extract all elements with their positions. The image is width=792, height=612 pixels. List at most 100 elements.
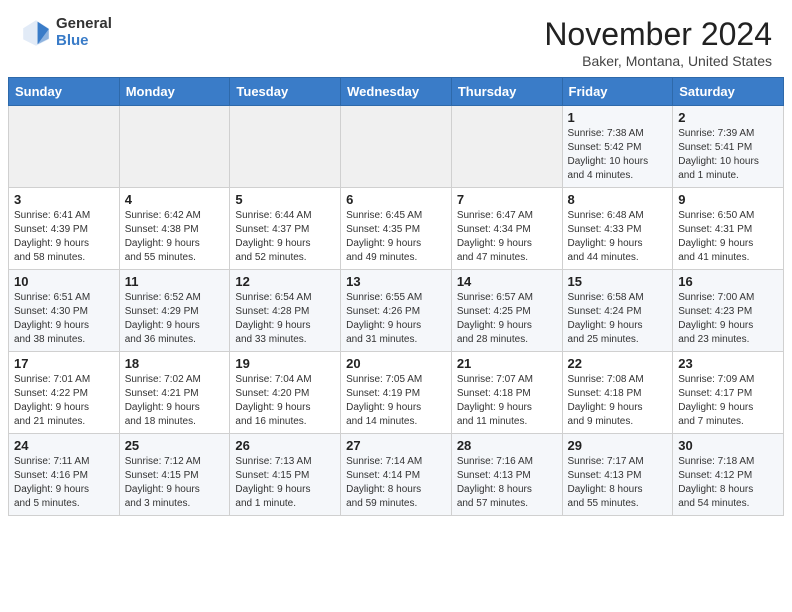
day-info: Sunrise: 7:05 AMSunset: 4:19 PMDaylight:… (346, 373, 446, 429)
day-info: Sunrise: 7:00 AMSunset: 4:23 PMDaylight:… (678, 291, 778, 347)
day-number: 18 (125, 356, 225, 371)
calendar-cell (451, 106, 562, 188)
day-number: 22 (568, 356, 668, 371)
day-number: 24 (14, 438, 114, 453)
day-info: Sunrise: 6:48 AMSunset: 4:33 PMDaylight:… (568, 209, 668, 265)
weekday-header-row: SundayMondayTuesdayWednesdayThursdayFrid… (9, 78, 784, 106)
day-info: Sunrise: 7:02 AMSunset: 4:21 PMDaylight:… (125, 373, 225, 429)
day-info: Sunrise: 7:14 AMSunset: 4:14 PMDaylight:… (346, 455, 446, 511)
day-number: 23 (678, 356, 778, 371)
day-number: 6 (346, 192, 446, 207)
calendar-cell: 29 Sunrise: 7:17 AMSunset: 4:13 PMDayligh… (562, 434, 673, 516)
week-row-2: 3 Sunrise: 6:41 AMSunset: 4:39 PMDaylight… (9, 188, 784, 270)
calendar-cell: 9 Sunrise: 6:50 AMSunset: 4:31 PMDaylight… (673, 188, 784, 270)
day-number: 26 (235, 438, 335, 453)
calendar-table: SundayMondayTuesdayWednesdayThursdayFrid… (8, 77, 784, 516)
day-number: 2 (678, 110, 778, 125)
logo: General Blue (20, 16, 112, 49)
calendar-cell: 16 Sunrise: 7:00 AMSunset: 4:23 PMDayligh… (673, 270, 784, 352)
calendar-cell (341, 106, 452, 188)
calendar-cell: 26 Sunrise: 7:13 AMSunset: 4:15 PMDayligh… (230, 434, 341, 516)
calendar-cell: 3 Sunrise: 6:41 AMSunset: 4:39 PMDaylight… (9, 188, 120, 270)
header: General Blue November 2024 Baker, Montan… (0, 0, 792, 77)
day-info: Sunrise: 6:45 AMSunset: 4:35 PMDaylight:… (346, 209, 446, 265)
day-info: Sunrise: 6:41 AMSunset: 4:39 PMDaylight:… (14, 209, 114, 265)
weekday-header-sunday: Sunday (9, 78, 120, 106)
day-info: Sunrise: 6:58 AMSunset: 4:24 PMDaylight:… (568, 291, 668, 347)
day-number: 1 (568, 110, 668, 125)
calendar-cell: 27 Sunrise: 7:14 AMSunset: 4:14 PMDayligh… (341, 434, 452, 516)
calendar-cell: 19Sunrise: 7:04 AMSunset: 4:20 PMDayligh… (230, 352, 341, 434)
day-info: Sunrise: 7:13 AMSunset: 4:15 PMDaylight:… (235, 455, 335, 511)
day-number: 4 (125, 192, 225, 207)
weekday-header-friday: Friday (562, 78, 673, 106)
calendar-cell: 6 Sunrise: 6:45 AMSunset: 4:35 PMDaylight… (341, 188, 452, 270)
month-title: November 2024 (544, 16, 772, 53)
logo-blue: Blue (56, 33, 112, 50)
day-number: 9 (678, 192, 778, 207)
day-number: 27 (346, 438, 446, 453)
day-number: 10 (14, 274, 114, 289)
calendar-cell: 28Sunrise: 7:16 AMSunset: 4:13 PMDayligh… (451, 434, 562, 516)
week-row-3: 10 Sunrise: 6:51 AMSunset: 4:30 PMDayligh… (9, 270, 784, 352)
day-info: Sunrise: 7:09 AMSunset: 4:17 PMDaylight:… (678, 373, 778, 429)
day-number: 13 (346, 274, 446, 289)
calendar-cell: 18 Sunrise: 7:02 AMSunset: 4:21 PMDayligh… (119, 352, 230, 434)
day-number: 25 (125, 438, 225, 453)
day-number: 29 (568, 438, 668, 453)
calendar-cell (9, 106, 120, 188)
day-number: 12 (235, 274, 335, 289)
weekday-header-wednesday: Wednesday (341, 78, 452, 106)
logo-icon (20, 17, 52, 49)
day-info: Sunrise: 7:11 AMSunset: 4:16 PMDaylight:… (14, 455, 114, 511)
calendar-cell: 15 Sunrise: 6:58 AMSunset: 4:24 PMDayligh… (562, 270, 673, 352)
calendar-cell: 21 Sunrise: 7:07 AMSunset: 4:18 PMDayligh… (451, 352, 562, 434)
weekday-header-monday: Monday (119, 78, 230, 106)
calendar-cell: 22Sunrise: 7:08 AMSunset: 4:18 PMDayligh… (562, 352, 673, 434)
logo-general: General (56, 16, 112, 33)
day-number: 16 (678, 274, 778, 289)
day-info: Sunrise: 7:07 AMSunset: 4:18 PMDaylight:… (457, 373, 557, 429)
calendar-cell: 4 Sunrise: 6:42 AMSunset: 4:38 PMDaylight… (119, 188, 230, 270)
day-info: Sunrise: 7:17 AMSunset: 4:13 PMDaylight:… (568, 455, 668, 511)
calendar-cell: 5 Sunrise: 6:44 AMSunset: 4:37 PMDaylight… (230, 188, 341, 270)
calendar-cell: 20 Sunrise: 7:05 AMSunset: 4:19 PMDayligh… (341, 352, 452, 434)
calendar-cell: 12 Sunrise: 6:54 AMSunset: 4:28 PMDayligh… (230, 270, 341, 352)
day-number: 8 (568, 192, 668, 207)
day-info: Sunrise: 6:50 AMSunset: 4:31 PMDaylight:… (678, 209, 778, 265)
day-number: 15 (568, 274, 668, 289)
day-number: 11 (125, 274, 225, 289)
day-info: Sunrise: 7:18 AMSunset: 4:12 PMDaylight:… (678, 455, 778, 511)
calendar-cell: 1 Sunrise: 7:38 AMSunset: 5:42 PMDaylight… (562, 106, 673, 188)
day-number: 5 (235, 192, 335, 207)
day-info: Sunrise: 6:55 AMSunset: 4:26 PMDaylight:… (346, 291, 446, 347)
title-block: November 2024 Baker, Montana, United Sta… (544, 16, 772, 69)
day-number: 19 (235, 356, 335, 371)
calendar-cell: 24 Sunrise: 7:11 AMSunset: 4:16 PMDayligh… (9, 434, 120, 516)
weekday-header-thursday: Thursday (451, 78, 562, 106)
calendar-cell: 14Sunrise: 6:57 AMSunset: 4:25 PMDayligh… (451, 270, 562, 352)
day-number: 17 (14, 356, 114, 371)
week-row-1: 1 Sunrise: 7:38 AMSunset: 5:42 PMDaylight… (9, 106, 784, 188)
calendar-cell: 13 Sunrise: 6:55 AMSunset: 4:26 PMDayligh… (341, 270, 452, 352)
day-info: Sunrise: 7:38 AMSunset: 5:42 PMDaylight:… (568, 127, 668, 183)
day-number: 20 (346, 356, 446, 371)
calendar-cell: 11Sunrise: 6:52 AMSunset: 4:29 PMDayligh… (119, 270, 230, 352)
day-number: 3 (14, 192, 114, 207)
day-number: 28 (457, 438, 557, 453)
calendar-cell: 23 Sunrise: 7:09 AMSunset: 4:17 PMDayligh… (673, 352, 784, 434)
calendar-cell: 30Sunrise: 7:18 AMSunset: 4:12 PMDayligh… (673, 434, 784, 516)
day-info: Sunrise: 6:51 AMSunset: 4:30 PMDaylight:… (14, 291, 114, 347)
day-number: 21 (457, 356, 557, 371)
day-info: Sunrise: 6:44 AMSunset: 4:37 PMDaylight:… (235, 209, 335, 265)
day-number: 14 (457, 274, 557, 289)
calendar-cell: 10 Sunrise: 6:51 AMSunset: 4:30 PMDayligh… (9, 270, 120, 352)
weekday-header-tuesday: Tuesday (230, 78, 341, 106)
day-info: Sunrise: 6:47 AMSunset: 4:34 PMDaylight:… (457, 209, 557, 265)
day-info: Sunrise: 6:54 AMSunset: 4:28 PMDaylight:… (235, 291, 335, 347)
week-row-4: 17 Sunrise: 7:01 AMSunset: 4:22 PMDayligh… (9, 352, 784, 434)
calendar-cell (119, 106, 230, 188)
calendar-cell: 7Sunrise: 6:47 AMSunset: 4:34 PMDaylight… (451, 188, 562, 270)
day-info: Sunrise: 7:01 AMSunset: 4:22 PMDaylight:… (14, 373, 114, 429)
day-info: Sunrise: 6:42 AMSunset: 4:38 PMDaylight:… (125, 209, 225, 265)
